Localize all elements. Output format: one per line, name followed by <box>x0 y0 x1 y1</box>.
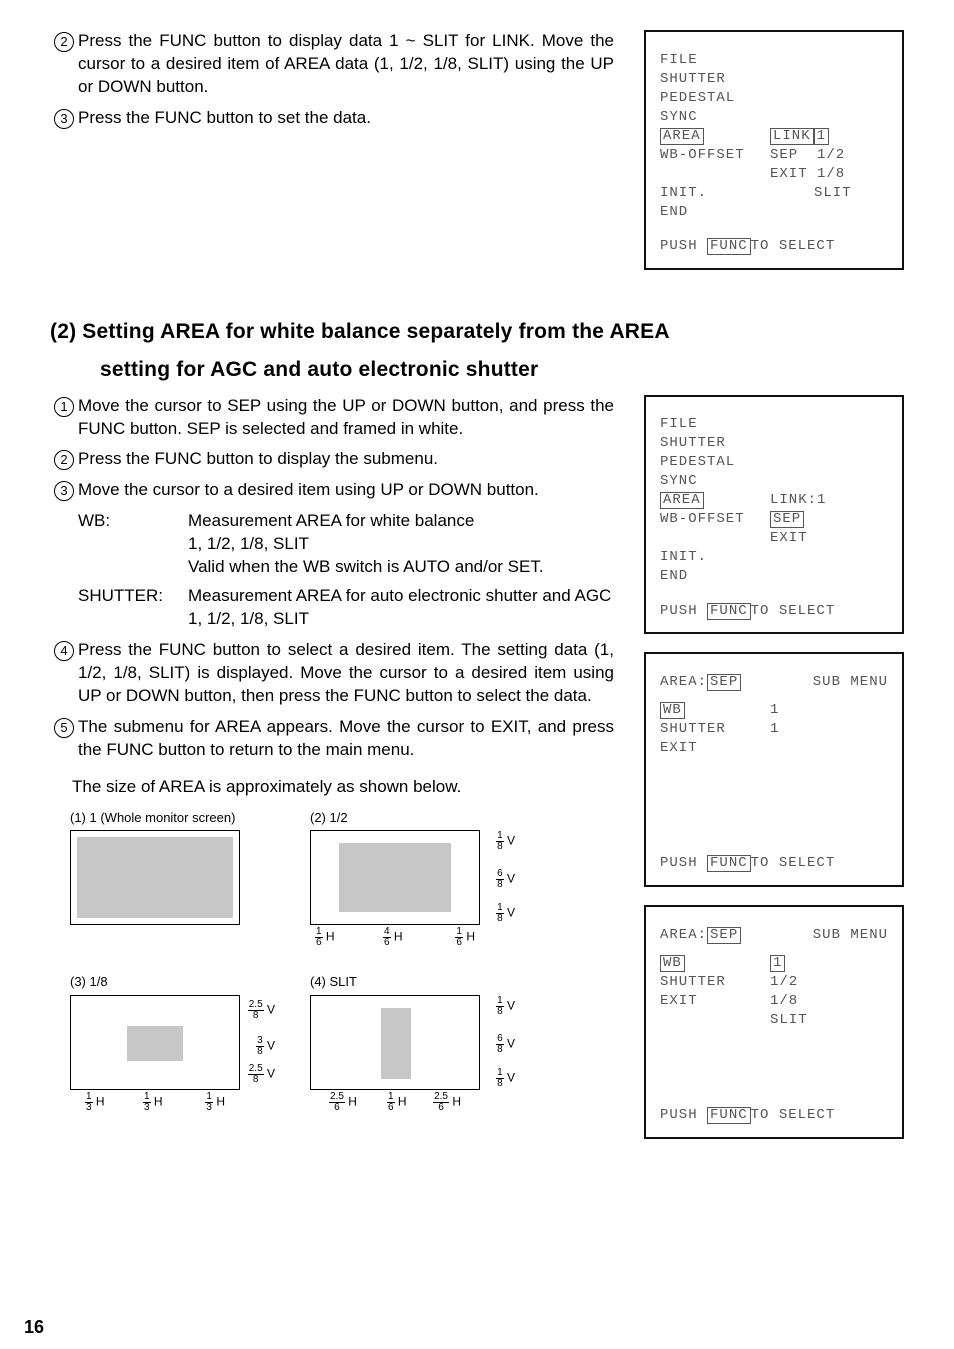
link-highlight: LINK <box>770 128 814 145</box>
diagram-3-label: (3) 1/8 <box>70 973 280 991</box>
menu-screen-1: FILE SHUTTER PEDESTAL SYNC AREA LINK1 WB… <box>644 30 904 270</box>
diagram-4-label: (4) SLIT <box>310 973 520 991</box>
shutter-label: SHUTTER: <box>78 585 188 631</box>
middle-instructions: 1 Move the cursor to SEP using the UP or… <box>50 395 614 1158</box>
wb-description: Measurement AREA for white balance 1, 1/… <box>188 510 614 579</box>
step-marker-5: 5 <box>54 718 74 738</box>
func-button: FUNC <box>707 238 751 255</box>
menu-screen-3: AREA:SEP SUB MENU WB1 SHUTTER1 EXIT PUSH… <box>644 652 904 887</box>
section-2-heading: (2) Setting AREA for white balance separ… <box>50 318 904 385</box>
diagram-2-label: (2) 1/2 <box>310 809 520 827</box>
top-instructions: 2 Press the FUNC button to display data … <box>50 30 614 288</box>
diagram-1-label: (1) 1 (Whole monitor screen) <box>70 809 280 827</box>
link-value: 1 <box>814 128 829 145</box>
step-marker-2b: 2 <box>54 450 74 470</box>
menu-screen-4: AREA:SEP SUB MENU WB1 SHUTTER1/2 EXIT1/8… <box>644 905 904 1139</box>
top-step-2: Press the FUNC button to display data 1 … <box>78 30 614 99</box>
step-marker-3: 3 <box>54 109 74 129</box>
wb-label: WB: <box>78 510 188 579</box>
menu-screen-2: FILE SHUTTER PEDESTAL SYNC AREALINK:1 WB… <box>644 395 904 635</box>
step-marker-1: 1 <box>54 397 74 417</box>
size-note: The size of AREA is approximately as sho… <box>72 776 614 799</box>
diagram-4: 18 V 68 V 18 V 2.56 H 16 H 2.56 H <box>310 995 480 1090</box>
shutter-description: Measurement AREA for auto electronic shu… <box>188 585 614 631</box>
top-step-3: Press the FUNC button to set the data. <box>78 107 614 130</box>
diagram-2: 18 V 68 V 18 V 16 H 46 H 16 H <box>310 830 480 925</box>
step-marker-3b: 3 <box>54 481 74 501</box>
step-marker-2: 2 <box>54 32 74 52</box>
area-diagrams: (1) 1 (Whole monitor screen) (2) 1/2 18 … <box>50 809 614 1118</box>
step-marker-4: 4 <box>54 641 74 661</box>
area-highlight: AREA <box>660 128 704 145</box>
page-number: 16 <box>24 1315 44 1339</box>
diagram-1 <box>70 830 240 925</box>
diagram-3: 2.58 V 38 V 2.58 V 13 H 13 H 13 H <box>70 995 240 1090</box>
